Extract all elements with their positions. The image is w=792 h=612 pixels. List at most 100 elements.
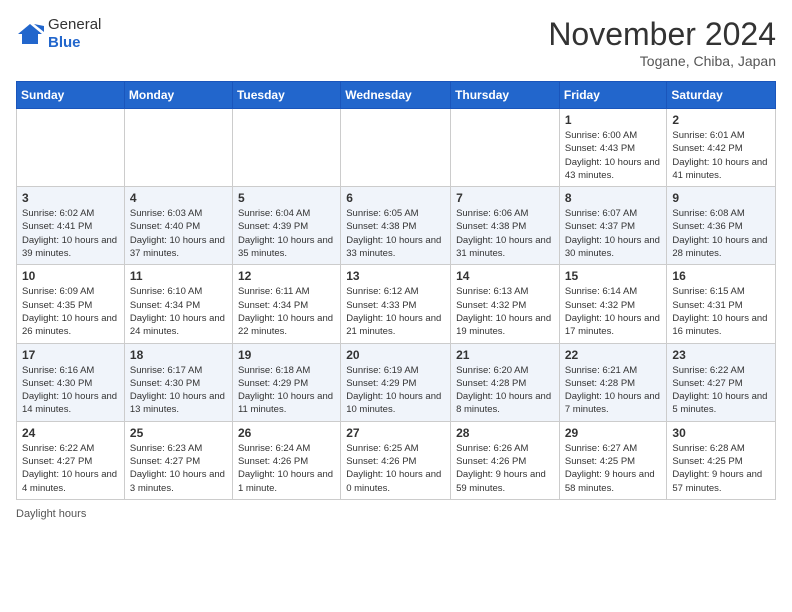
day-number: 14 (456, 269, 554, 283)
day-number: 12 (238, 269, 335, 283)
logo-icon (16, 20, 44, 48)
calendar-week-row: 17 Sunrise: 6:16 AM Sunset: 4:30 PM Dayli… (17, 343, 776, 421)
day-info: Sunrise: 6:20 AM Sunset: 4:28 PM Dayligh… (456, 364, 554, 417)
day-number: 6 (346, 191, 445, 205)
calendar-cell: 9 Sunrise: 6:08 AM Sunset: 4:36 PM Daylig… (667, 187, 776, 265)
calendar-cell (451, 109, 560, 187)
day-number: 13 (346, 269, 445, 283)
day-info: Sunrise: 6:24 AM Sunset: 4:26 PM Dayligh… (238, 442, 335, 495)
day-number: 30 (672, 426, 770, 440)
day-number: 7 (456, 191, 554, 205)
page-header: General Blue November 2024 Togane, Chiba… (16, 16, 776, 69)
day-number: 16 (672, 269, 770, 283)
day-info: Sunrise: 6:16 AM Sunset: 4:30 PM Dayligh… (22, 364, 119, 417)
calendar-cell: 4Sunrise: 6:03 AM Sunset: 4:40 PM Daylig… (124, 187, 232, 265)
calendar-week-row: 10 Sunrise: 6:09 AM Sunset: 4:35 PM Dayli… (17, 265, 776, 343)
day-number: 17 (22, 348, 119, 362)
day-info: Sunrise: 6:12 AM Sunset: 4:33 PM Dayligh… (346, 285, 445, 338)
calendar-cell: 8 Sunrise: 6:07 AM Sunset: 4:37 PM Daylig… (559, 187, 667, 265)
day-info: Sunrise: 6:15 AM Sunset: 4:31 PM Dayligh… (672, 285, 770, 338)
day-info: Sunrise: 6:00 AM Sunset: 4:43 PM Dayligh… (565, 129, 662, 182)
col-header-monday: Monday (124, 82, 232, 109)
logo: General Blue (16, 16, 101, 52)
day-number: 10 (22, 269, 119, 283)
calendar-cell (124, 109, 232, 187)
calendar-cell: 21Sunrise: 6:20 AM Sunset: 4:28 PM Dayli… (451, 343, 560, 421)
day-info: Sunrise: 6:07 AM Sunset: 4:37 PM Dayligh… (565, 207, 662, 260)
calendar-cell: 11Sunrise: 6:10 AM Sunset: 4:34 PM Dayli… (124, 265, 232, 343)
day-number: 26 (238, 426, 335, 440)
day-number: 29 (565, 426, 662, 440)
day-info: Sunrise: 6:18 AM Sunset: 4:29 PM Dayligh… (238, 364, 335, 417)
day-info: Sunrise: 6:17 AM Sunset: 4:30 PM Dayligh… (130, 364, 227, 417)
col-header-saturday: Saturday (667, 82, 776, 109)
calendar-cell: 5 Sunrise: 6:04 AM Sunset: 4:39 PM Daylig… (232, 187, 340, 265)
day-info: Sunrise: 6:26 AM Sunset: 4:26 PM Dayligh… (456, 442, 554, 495)
calendar-week-row: 3 Sunrise: 6:02 AM Sunset: 4:41 PM Daylig… (17, 187, 776, 265)
day-info: Sunrise: 6:13 AM Sunset: 4:32 PM Dayligh… (456, 285, 554, 338)
day-info: Sunrise: 6:08 AM Sunset: 4:36 PM Dayligh… (672, 207, 770, 260)
logo-text: General Blue (48, 16, 101, 52)
calendar-cell: 22Sunrise: 6:21 AM Sunset: 4:28 PM Dayli… (559, 343, 667, 421)
calendar-cell: 20 Sunrise: 6:19 AM Sunset: 4:29 PM Dayli… (341, 343, 451, 421)
day-number: 15 (565, 269, 662, 283)
day-info: Sunrise: 6:28 AM Sunset: 4:25 PM Dayligh… (672, 442, 770, 495)
col-header-sunday: Sunday (17, 82, 125, 109)
calendar-cell: 1 Sunrise: 6:00 AM Sunset: 4:43 PM Daylig… (559, 109, 667, 187)
col-header-thursday: Thursday (451, 82, 560, 109)
day-number: 25 (130, 426, 227, 440)
day-number: 28 (456, 426, 554, 440)
calendar-cell: 12 Sunrise: 6:11 AM Sunset: 4:34 PM Dayli… (232, 265, 340, 343)
day-number: 1 (565, 113, 662, 127)
col-header-friday: Friday (559, 82, 667, 109)
calendar-cell (341, 109, 451, 187)
day-info: Sunrise: 6:04 AM Sunset: 4:39 PM Dayligh… (238, 207, 335, 260)
calendar-cell: 24 Sunrise: 6:22 AM Sunset: 4:27 PM Dayli… (17, 421, 125, 499)
day-number: 4 (130, 191, 227, 205)
calendar-cell (232, 109, 340, 187)
day-number: 3 (22, 191, 119, 205)
calendar-cell: 25 Sunrise: 6:23 AM Sunset: 4:27 PM Dayli… (124, 421, 232, 499)
calendar-table: SundayMondayTuesdayWednesdayThursdayFrid… (16, 81, 776, 500)
day-number: 24 (22, 426, 119, 440)
calendar-cell: 28 Sunrise: 6:26 AM Sunset: 4:26 PM Dayli… (451, 421, 560, 499)
day-number: 22 (565, 348, 662, 362)
calendar-cell: 13 Sunrise: 6:12 AM Sunset: 4:33 PM Dayli… (341, 265, 451, 343)
calendar-cell: 17 Sunrise: 6:16 AM Sunset: 4:30 PM Dayli… (17, 343, 125, 421)
day-number: 8 (565, 191, 662, 205)
month-title: November 2024 (548, 16, 776, 53)
day-info: Sunrise: 6:25 AM Sunset: 4:26 PM Dayligh… (346, 442, 445, 495)
day-number: 27 (346, 426, 445, 440)
calendar-header-row: SundayMondayTuesdayWednesdayThursdayFrid… (17, 82, 776, 109)
calendar-cell: 27 Sunrise: 6:25 AM Sunset: 4:26 PM Dayli… (341, 421, 451, 499)
day-number: 9 (672, 191, 770, 205)
footer-note: Daylight hours (16, 508, 776, 520)
calendar-cell (17, 109, 125, 187)
day-number: 20 (346, 348, 445, 362)
day-info: Sunrise: 6:05 AM Sunset: 4:38 PM Dayligh… (346, 207, 445, 260)
day-info: Sunrise: 6:01 AM Sunset: 4:42 PM Dayligh… (672, 129, 770, 182)
day-number: 5 (238, 191, 335, 205)
calendar-week-row: 1 Sunrise: 6:00 AM Sunset: 4:43 PM Daylig… (17, 109, 776, 187)
day-info: Sunrise: 6:22 AM Sunset: 4:27 PM Dayligh… (672, 364, 770, 417)
day-number: 19 (238, 348, 335, 362)
col-header-wednesday: Wednesday (341, 82, 451, 109)
day-info: Sunrise: 6:27 AM Sunset: 4:25 PM Dayligh… (565, 442, 662, 495)
day-info: Sunrise: 6:23 AM Sunset: 4:27 PM Dayligh… (130, 442, 227, 495)
day-info: Sunrise: 6:02 AM Sunset: 4:41 PM Dayligh… (22, 207, 119, 260)
calendar-cell: 29 Sunrise: 6:27 AM Sunset: 4:25 PM Dayli… (559, 421, 667, 499)
calendar-cell: 15 Sunrise: 6:14 AM Sunset: 4:32 PM Dayli… (559, 265, 667, 343)
calendar-cell: 6 Sunrise: 6:05 AM Sunset: 4:38 PM Daylig… (341, 187, 451, 265)
title-block: November 2024 Togane, Chiba, Japan (548, 16, 776, 69)
calendar-cell: 7Sunrise: 6:06 AM Sunset: 4:38 PM Daylig… (451, 187, 560, 265)
calendar-cell: 30 Sunrise: 6:28 AM Sunset: 4:25 PM Dayli… (667, 421, 776, 499)
day-info: Sunrise: 6:19 AM Sunset: 4:29 PM Dayligh… (346, 364, 445, 417)
day-info: Sunrise: 6:14 AM Sunset: 4:32 PM Dayligh… (565, 285, 662, 338)
day-info: Sunrise: 6:11 AM Sunset: 4:34 PM Dayligh… (238, 285, 335, 338)
day-info: Sunrise: 6:09 AM Sunset: 4:35 PM Dayligh… (22, 285, 119, 338)
day-number: 23 (672, 348, 770, 362)
day-info: Sunrise: 6:22 AM Sunset: 4:27 PM Dayligh… (22, 442, 119, 495)
day-info: Sunrise: 6:10 AM Sunset: 4:34 PM Dayligh… (130, 285, 227, 338)
day-number: 18 (130, 348, 227, 362)
calendar-cell: 18 Sunrise: 6:17 AM Sunset: 4:30 PM Dayli… (124, 343, 232, 421)
